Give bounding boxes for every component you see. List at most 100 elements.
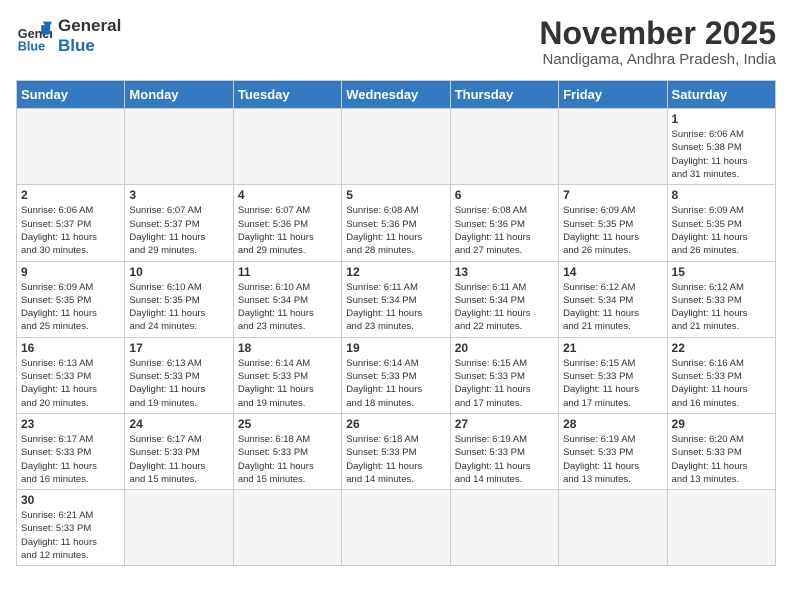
day-info: Sunrise: 6:09 AM Sunset: 5:35 PM Dayligh… [672,204,771,257]
day-number: 25 [238,417,337,431]
calendar-cell: 19 Sunrise: 6:14 AM Sunset: 5:33 PM Dayli… [342,337,450,413]
day-number: 17 [129,341,228,355]
calendar-cell [125,109,233,185]
day-number: 3 [129,188,228,202]
day-number: 22 [672,341,771,355]
day-number: 8 [672,188,771,202]
day-info: Sunrise: 6:20 AM Sunset: 5:33 PM Dayligh… [672,433,771,486]
calendar-cell: 17Sunrise: 6:13 AM Sunset: 5:33 PM Dayli… [125,337,233,413]
day-number: 21 [563,341,662,355]
calendar-cell: 2Sunrise: 6:06 AM Sunset: 5:37 PM Daylig… [17,185,125,261]
calendar-cell [667,490,775,566]
day-number: 9 [21,265,120,279]
calendar-cell: 1Sunrise: 6:06 AM Sunset: 5:38 PM Daylig… [667,109,775,185]
day-number: 19 [346,341,445,355]
day-number: 11 [238,265,337,279]
calendar-cell [450,109,558,185]
calendar-cell: 30 Sunrise: 6:21 AM Sunset: 5:33 PM Dayli… [17,490,125,566]
calendar-cell: 14 Sunrise: 6:12 AM Sunset: 5:34 PM Dayli… [559,261,667,337]
calendar-cell: 8 Sunrise: 6:09 AM Sunset: 5:35 PM Daylig… [667,185,775,261]
calendar-cell: 10 Sunrise: 6:10 AM Sunset: 5:35 PM Dayli… [125,261,233,337]
day-number: 4 [238,188,337,202]
calendar-row: 23 Sunrise: 6:17 AM Sunset: 5:33 PM Dayli… [17,413,776,489]
location: Nandigama, Andhra Pradesh, India [539,51,776,68]
calendar-cell [125,490,233,566]
day-info: Sunrise: 6:12 AM Sunset: 5:34 PM Dayligh… [563,281,662,334]
day-number: 10 [129,265,228,279]
calendar-cell: 11 Sunrise: 6:10 AM Sunset: 5:34 PM Dayli… [233,261,341,337]
day-number: 14 [563,265,662,279]
day-info: Sunrise: 6:15 AM Sunset: 5:33 PM Dayligh… [563,357,662,410]
day-info: Sunrise: 6:16 AM Sunset: 5:33 PM Dayligh… [672,357,771,410]
day-number: 7 [563,188,662,202]
day-number: 24 [129,417,228,431]
calendar-cell [342,109,450,185]
day-number: 30 [21,493,120,507]
calendar-header-row: SundayMondayTuesdayWednesdayThursdayFrid… [17,81,776,109]
day-info: Sunrise: 6:14 AM Sunset: 5:33 PM Dayligh… [346,357,445,410]
weekday-header-saturday: Saturday [667,81,775,109]
calendar-cell: 9 Sunrise: 6:09 AM Sunset: 5:35 PM Daylig… [17,261,125,337]
day-info: Sunrise: 6:08 AM Sunset: 5:36 PM Dayligh… [455,204,554,257]
calendar-cell: 24 Sunrise: 6:17 AM Sunset: 5:33 PM Dayli… [125,413,233,489]
day-number: 12 [346,265,445,279]
day-info: Sunrise: 6:14 AM Sunset: 5:33 PM Dayligh… [238,357,337,410]
calendar-cell [342,490,450,566]
day-info: Sunrise: 6:18 AM Sunset: 5:33 PM Dayligh… [238,433,337,486]
day-info: Sunrise: 6:07 AM Sunset: 5:37 PM Dayligh… [129,204,228,257]
day-number: 23 [21,417,120,431]
calendar-cell: 12Sunrise: 6:11 AM Sunset: 5:34 PM Dayli… [342,261,450,337]
calendar-table: SundayMondayTuesdayWednesdayThursdayFrid… [16,80,776,566]
calendar-cell [559,490,667,566]
day-info: Sunrise: 6:10 AM Sunset: 5:35 PM Dayligh… [129,281,228,334]
calendar-cell: 29 Sunrise: 6:20 AM Sunset: 5:33 PM Dayli… [667,413,775,489]
logo-general: General [58,16,121,36]
calendar-cell: 16Sunrise: 6:13 AM Sunset: 5:33 PM Dayli… [17,337,125,413]
weekday-header-tuesday: Tuesday [233,81,341,109]
calendar-row: 2Sunrise: 6:06 AM Sunset: 5:37 PM Daylig… [17,185,776,261]
calendar-row: 9 Sunrise: 6:09 AM Sunset: 5:35 PM Daylig… [17,261,776,337]
day-info: Sunrise: 6:06 AM Sunset: 5:38 PM Dayligh… [672,128,771,181]
day-info: Sunrise: 6:17 AM Sunset: 5:33 PM Dayligh… [129,433,228,486]
weekday-header-sunday: Sunday [17,81,125,109]
calendar-cell: 3 Sunrise: 6:07 AM Sunset: 5:37 PM Daylig… [125,185,233,261]
day-number: 27 [455,417,554,431]
calendar-cell: 13 Sunrise: 6:11 AM Sunset: 5:34 PM Dayli… [450,261,558,337]
day-info: Sunrise: 6:19 AM Sunset: 5:33 PM Dayligh… [563,433,662,486]
day-info: Sunrise: 6:12 AM Sunset: 5:33 PM Dayligh… [672,281,771,334]
day-number: 20 [455,341,554,355]
calendar-cell: 21 Sunrise: 6:15 AM Sunset: 5:33 PM Dayli… [559,337,667,413]
calendar-cell [450,490,558,566]
day-info: Sunrise: 6:15 AM Sunset: 5:33 PM Dayligh… [455,357,554,410]
day-info: Sunrise: 6:08 AM Sunset: 5:36 PM Dayligh… [346,204,445,257]
day-number: 18 [238,341,337,355]
day-info: Sunrise: 6:21 AM Sunset: 5:33 PM Dayligh… [21,509,120,562]
calendar-cell: 22 Sunrise: 6:16 AM Sunset: 5:33 PM Dayli… [667,337,775,413]
day-info: Sunrise: 6:09 AM Sunset: 5:35 PM Dayligh… [21,281,120,334]
calendar-cell: 4Sunrise: 6:07 AM Sunset: 5:36 PM Daylig… [233,185,341,261]
calendar-cell: 26 Sunrise: 6:18 AM Sunset: 5:33 PM Dayli… [342,413,450,489]
day-info: Sunrise: 6:09 AM Sunset: 5:35 PM Dayligh… [563,204,662,257]
day-number: 26 [346,417,445,431]
logo-icon: General Blue [16,18,52,54]
calendar-row: 16Sunrise: 6:13 AM Sunset: 5:33 PM Dayli… [17,337,776,413]
day-info: Sunrise: 6:13 AM Sunset: 5:33 PM Dayligh… [21,357,120,410]
day-info: Sunrise: 6:18 AM Sunset: 5:33 PM Dayligh… [346,433,445,486]
day-info: Sunrise: 6:11 AM Sunset: 5:34 PM Dayligh… [455,281,554,334]
day-number: 15 [672,265,771,279]
calendar-cell [233,490,341,566]
calendar-cell: 7 Sunrise: 6:09 AM Sunset: 5:35 PM Daylig… [559,185,667,261]
logo: General Blue General Blue [16,16,121,57]
calendar-cell: 5Sunrise: 6:08 AM Sunset: 5:36 PM Daylig… [342,185,450,261]
day-info: Sunrise: 6:19 AM Sunset: 5:33 PM Dayligh… [455,433,554,486]
day-number: 29 [672,417,771,431]
page-header: General Blue General Blue November 2025 … [16,16,776,68]
title-block: November 2025 Nandigama, Andhra Pradesh,… [539,16,776,68]
day-info: Sunrise: 6:10 AM Sunset: 5:34 PM Dayligh… [238,281,337,334]
calendar-cell: 18 Sunrise: 6:14 AM Sunset: 5:33 PM Dayli… [233,337,341,413]
calendar-cell: 27 Sunrise: 6:19 AM Sunset: 5:33 PM Dayli… [450,413,558,489]
day-info: Sunrise: 6:06 AM Sunset: 5:37 PM Dayligh… [21,204,120,257]
calendar-cell: 15 Sunrise: 6:12 AM Sunset: 5:33 PM Dayli… [667,261,775,337]
day-number: 13 [455,265,554,279]
calendar-cell: 6Sunrise: 6:08 AM Sunset: 5:36 PM Daylig… [450,185,558,261]
